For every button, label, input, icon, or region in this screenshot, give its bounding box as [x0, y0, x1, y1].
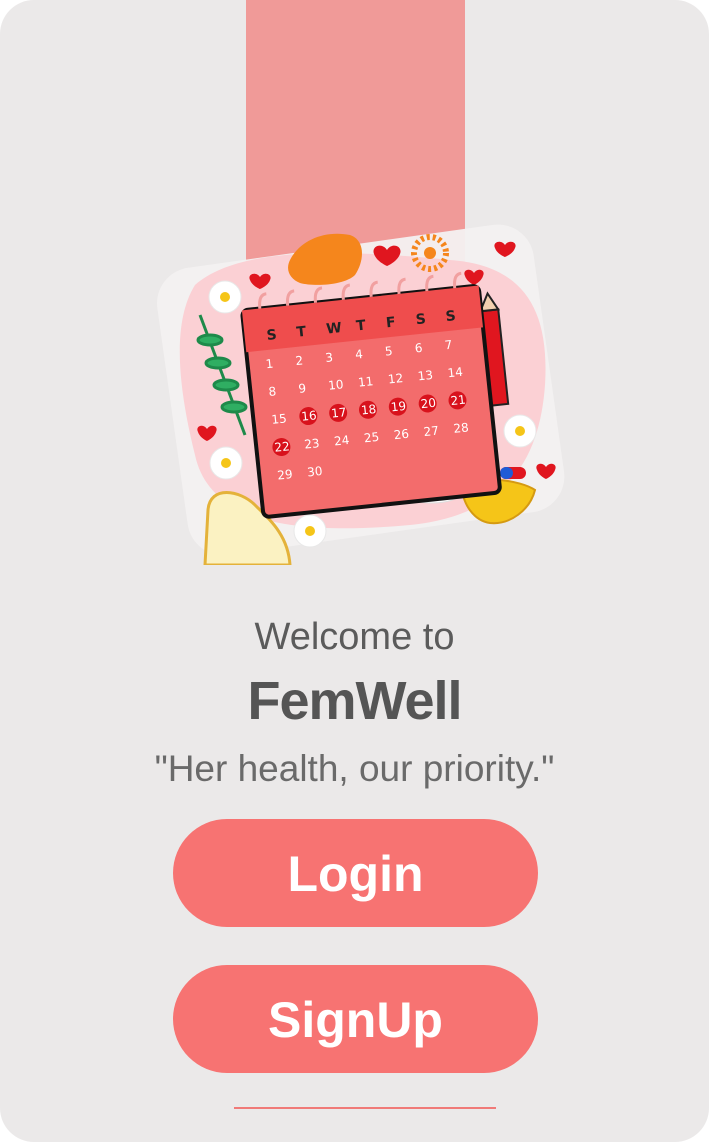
calendar-day: 22	[274, 439, 291, 455]
calendar-day: 9	[298, 381, 307, 396]
calendar-day: 23	[304, 436, 321, 452]
calendar-day: 10	[328, 377, 345, 393]
calendar-day: 2	[295, 353, 304, 368]
app-name: FemWell	[247, 671, 462, 731]
welcome-screen: S T W T F S S 1 2 3 4 5 6 7 8 9 10 11 12 13 14 15 16 17 1…	[0, 0, 709, 1142]
calendar-day: 29	[277, 467, 294, 483]
calendar-day: 11	[357, 374, 374, 390]
weekday-label: S	[266, 327, 278, 344]
calendar-day: 26	[393, 427, 410, 443]
calendar-day: 28	[453, 420, 470, 436]
calendar-day: 19	[390, 399, 407, 415]
login-button[interactable]: Login	[173, 819, 538, 927]
tagline: "Her health, our priority."	[154, 748, 555, 789]
calendar-day: 1	[265, 356, 274, 371]
calendar-day: 25	[363, 430, 380, 446]
calendar-day: 20	[420, 396, 437, 412]
calendar-day: 6	[414, 341, 423, 356]
calendar-day: 7	[444, 338, 453, 353]
calendar-day: 16	[301, 408, 318, 424]
calendar-day: 12	[387, 371, 404, 387]
weekday-label: F	[385, 314, 396, 331]
signup-button[interactable]: SignUp	[173, 965, 538, 1073]
weekday-label: S	[415, 311, 427, 328]
calendar-day: 14	[447, 365, 464, 381]
weekday-label: W	[326, 320, 343, 338]
calendar-day: 4	[354, 347, 363, 362]
calendar-day: 3	[325, 350, 334, 365]
calendar-day: 13	[417, 368, 434, 384]
calendar-day: 27	[423, 424, 440, 440]
calendar-day: 24	[333, 433, 350, 449]
calendar-graphic: S T W T F S S 1 2 3 4 5 6 78 9 10 11 12 13 1415 16 17 1…	[240, 271, 502, 519]
calendar-day: 30	[306, 464, 323, 480]
calendar-day: 5	[384, 344, 393, 359]
weekday-label: S	[445, 308, 457, 325]
calendar-day: 8	[268, 384, 277, 399]
welcome-heading: Welcome to	[254, 616, 455, 658]
calendar-illustration: S T W T F S S 1 2 3 4 5 6 78 9 10 11 12 13 1415 16 17 1…	[157, 224, 565, 565]
calendar-day: 18	[360, 402, 377, 418]
calendar-day: 17	[330, 405, 347, 421]
calendar-day: 15	[271, 411, 288, 427]
home-indicator	[234, 1107, 496, 1109]
calendar-day: 21	[450, 393, 467, 409]
